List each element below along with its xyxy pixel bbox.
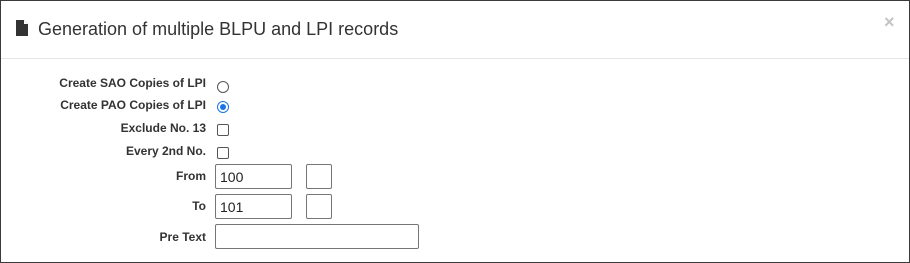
exclude-13-label: Exclude No. 13	[120, 121, 206, 135]
every-2nd-label: Every 2nd No.	[125, 144, 206, 158]
to-input[interactable]	[215, 194, 292, 219]
to-suffix-input[interactable]	[306, 194, 332, 219]
from-label: From	[176, 169, 206, 183]
file-icon	[16, 20, 28, 36]
pre-text-input[interactable]	[215, 224, 419, 249]
dialog-header: Generation of multiple BLPU and LPI reco…	[1, 1, 909, 59]
exclude-13-checkbox[interactable]	[217, 124, 229, 136]
dialog-title: Generation of multiple BLPU and LPI reco…	[38, 19, 399, 39]
close-button[interactable]: ×	[884, 12, 895, 33]
sao-copies-label: Create SAO Copies of LPI	[59, 76, 206, 90]
pao-copies-radio[interactable]	[217, 101, 229, 113]
to-label: To	[192, 199, 206, 213]
pao-copies-label: Create PAO Copies of LPI	[60, 98, 206, 112]
from-input[interactable]	[215, 164, 292, 189]
generation-dialog: Generation of multiple BLPU and LPI reco…	[0, 0, 910, 263]
pre-text-label: Pre Text	[159, 230, 206, 244]
from-suffix-input[interactable]	[306, 164, 332, 189]
sao-copies-radio[interactable]	[217, 81, 229, 93]
every-2nd-checkbox[interactable]	[217, 147, 229, 159]
